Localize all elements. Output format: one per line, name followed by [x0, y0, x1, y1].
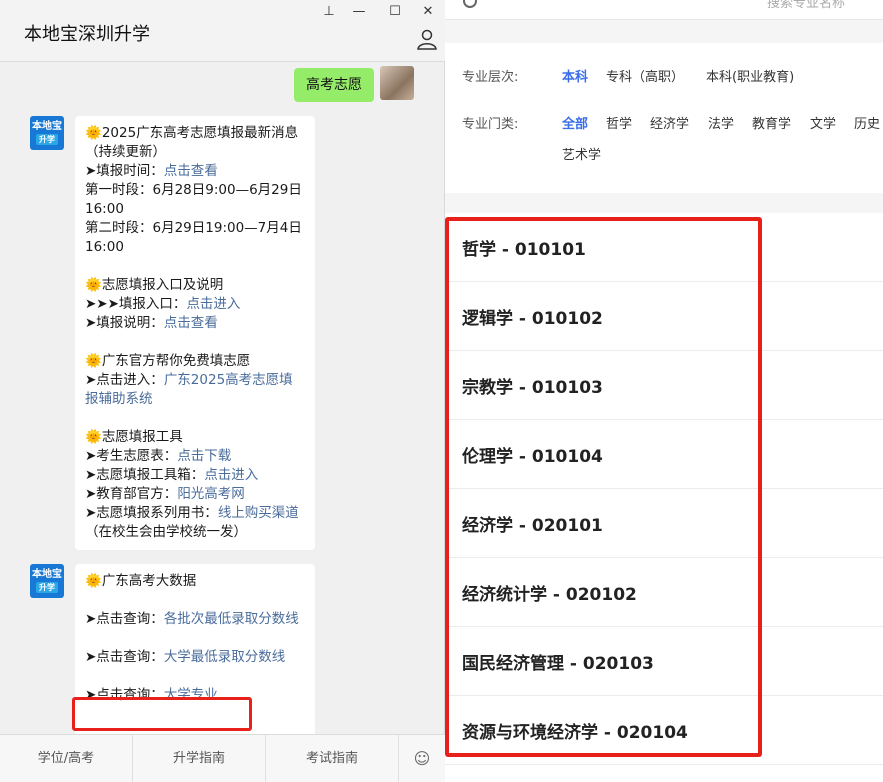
message-link[interactable]: 点击进入	[186, 296, 240, 312]
category-option-law[interactable]: 法学	[708, 113, 734, 132]
sun-icon: 🌞	[85, 573, 102, 589]
message-line	[85, 629, 305, 648]
line-text: 第一时段：6月28日9:00—6月29日16:00	[85, 182, 302, 217]
level-label: 专业层次:	[462, 70, 519, 85]
category-option-philosophy[interactable]: 哲学	[606, 113, 632, 132]
bot-avatar-tag: 升学	[36, 134, 58, 145]
level-option-undergrad[interactable]: 本科	[562, 66, 588, 85]
message-line: ➤点击查询：大学最低录取分数线	[85, 648, 305, 667]
category-label: 专业门类:	[462, 117, 519, 132]
line-text: 第二时段：6月29日19:00—7月4日16:00	[85, 220, 302, 255]
user-profile-icon[interactable]	[416, 28, 438, 50]
message-line: ➤点击查询：各批次最低录取分数线	[85, 610, 305, 629]
message-line	[85, 409, 305, 428]
chat-window: 本地宝深圳升学 ⊥ — ☐ ✕ 高考志愿 本地宝 升学 🌞2025广东高考志愿填…	[0, 0, 445, 782]
bot-avatar-text: 本地宝	[32, 569, 62, 580]
message-line: ➤教育部官方：阳光高考网	[85, 485, 305, 504]
level-option-vocational-bachelor[interactable]: 本科(职业教育)	[706, 66, 794, 85]
line-prefix: ➤志愿填报系列用书：	[85, 505, 218, 521]
university-scores-link[interactable]: 大学最低录取分数线	[164, 649, 286, 665]
chat-footer-menu: 学位/高考 升学指南 考试指南 ☺	[0, 734, 445, 782]
message-line: 🌞广东高考大数据	[85, 572, 305, 591]
message-line: 第一时段：6月28日9:00—6月29日16:00	[85, 181, 305, 219]
my-avatar[interactable]	[380, 66, 414, 100]
line-prefix: ➤填报时间：	[85, 163, 164, 179]
sun-icon: 🌞	[85, 125, 102, 141]
sun-icon: 🌞	[85, 429, 102, 445]
highlight-annotation	[445, 217, 762, 757]
line-prefix: ➤点击查询：	[85, 611, 164, 627]
line-text: 2025广东高考志愿填报最新消息（持续更新）	[85, 125, 299, 160]
category-option-education[interactable]: 教育学	[752, 113, 791, 132]
message-line: ➤填报说明：点击查看	[85, 314, 305, 333]
message-line: 第二时段：6月29日19:00—7月4日16:00	[85, 219, 305, 257]
message-line: ➤志愿填报系列用书：线上购买渠道 （在校生会由学校统一发）	[85, 504, 305, 542]
message-line: ➤考生志愿表：点击下载	[85, 447, 305, 466]
footer-tab-guide[interactable]: 升学指南	[133, 735, 266, 782]
sun-icon: 🌞	[85, 277, 102, 293]
line-prefix: ➤教育部官方：	[85, 486, 178, 502]
message-link[interactable]: 点击下载	[177, 448, 231, 464]
line-prefix: ➤➤➤填报入口：	[85, 296, 187, 312]
sun-icon: 🌞	[85, 353, 102, 369]
message-link[interactable]: 点击查看	[164, 163, 218, 179]
bot-avatar[interactable]: 本地宝 升学	[30, 116, 64, 150]
message-line: ➤➤➤填报入口：点击进入	[85, 295, 305, 314]
search-bar[interactable]: 搜索专业名称	[445, 0, 883, 20]
minimize-button[interactable]: —	[347, 2, 371, 22]
line-text: 广东官方帮你免费填志愿	[101, 353, 251, 369]
message-link[interactable]: 点击进入	[204, 467, 258, 483]
maximize-button[interactable]: ☐	[383, 2, 407, 22]
message-line	[85, 257, 305, 276]
bot-message-bubble[interactable]: 🌞2025广东高考志愿填报最新消息（持续更新） ➤填报时间：点击查看 第一时段：6月…	[75, 116, 315, 550]
footer-tab-exam[interactable]: 考试指南	[266, 735, 399, 782]
keyboard-toggle-icon[interactable]: ☺	[399, 735, 445, 782]
message-line	[85, 591, 305, 610]
bot-avatar-tag: 升学	[36, 582, 58, 593]
line-prefix: ➤点击进入：	[85, 372, 164, 388]
bot-avatar-text: 本地宝	[32, 121, 62, 132]
message-link[interactable]: 线上购买渠道	[218, 505, 299, 521]
line-text: 志愿填报工具	[101, 429, 183, 445]
filter-panel: 专业层次: 本科 专科（高职） 本科(职业教育) 专业门类: 全部 哲学 经济学…	[445, 43, 883, 193]
cutoff-scores-link[interactable]: 各批次最低录取分数线	[164, 611, 299, 627]
message-line: 🌞志愿填报工具	[85, 428, 305, 447]
search-icon	[463, 0, 477, 8]
message-line	[85, 667, 305, 686]
highlight-annotation	[72, 697, 252, 731]
chat-message-list[interactable]: 高考志愿 本地宝 升学 🌞2025广东高考志愿填报最新消息（持续更新） ➤填报时间…	[0, 62, 445, 734]
line-prefix: ➤志愿填报工具箱：	[85, 467, 205, 483]
message-line: ➤点击进入：广东2025高考志愿填报辅助系统	[85, 371, 305, 409]
bot-avatar[interactable]: 本地宝 升学	[30, 564, 64, 598]
my-message-bubble[interactable]: 高考志愿	[294, 68, 374, 102]
message-title: 广东高考大数据	[101, 573, 197, 589]
category-option-economics[interactable]: 经济学	[650, 113, 689, 132]
message-line: 🌞广东官方帮你免费填志愿	[85, 352, 305, 371]
message-link[interactable]: 点击查看	[164, 315, 218, 331]
line-prefix: ➤点击查询：	[85, 649, 164, 665]
category-option-literature[interactable]: 文学	[810, 113, 836, 132]
level-option-vocational[interactable]: 专科（高职）	[606, 66, 684, 85]
footer-tab-degree[interactable]: 学位/高考	[0, 735, 133, 782]
message-line	[85, 333, 305, 352]
message-line: ➤志愿填报工具箱：点击进入	[85, 466, 305, 485]
category-option-art[interactable]: 艺术学	[562, 144, 601, 163]
close-button[interactable]: ✕	[416, 2, 440, 22]
message-line: 🌞志愿填报入口及说明	[85, 276, 305, 295]
message-line: ➤填报时间：点击查看	[85, 162, 305, 181]
message-link[interactable]: 阳光高考网	[177, 486, 245, 502]
line-text: 志愿填报入口及说明	[101, 277, 224, 293]
chat-title: 本地宝深圳升学	[24, 24, 150, 45]
search-placeholder: 搜索专业名称	[767, 0, 846, 11]
pin-icon[interactable]: ⊥	[317, 2, 341, 22]
category-option-history[interactable]: 历史	[854, 113, 880, 132]
line-suffix: （在校生会由学校统一发）	[85, 524, 247, 540]
message-line: 🌞2025广东高考志愿填报最新消息（持续更新）	[85, 124, 305, 162]
line-prefix: ➤考生志愿表：	[85, 448, 178, 464]
chat-header: 本地宝深圳升学 ⊥ — ☐ ✕	[0, 0, 445, 62]
category-option-all[interactable]: 全部	[562, 113, 588, 132]
line-prefix: ➤填报说明：	[85, 315, 164, 331]
